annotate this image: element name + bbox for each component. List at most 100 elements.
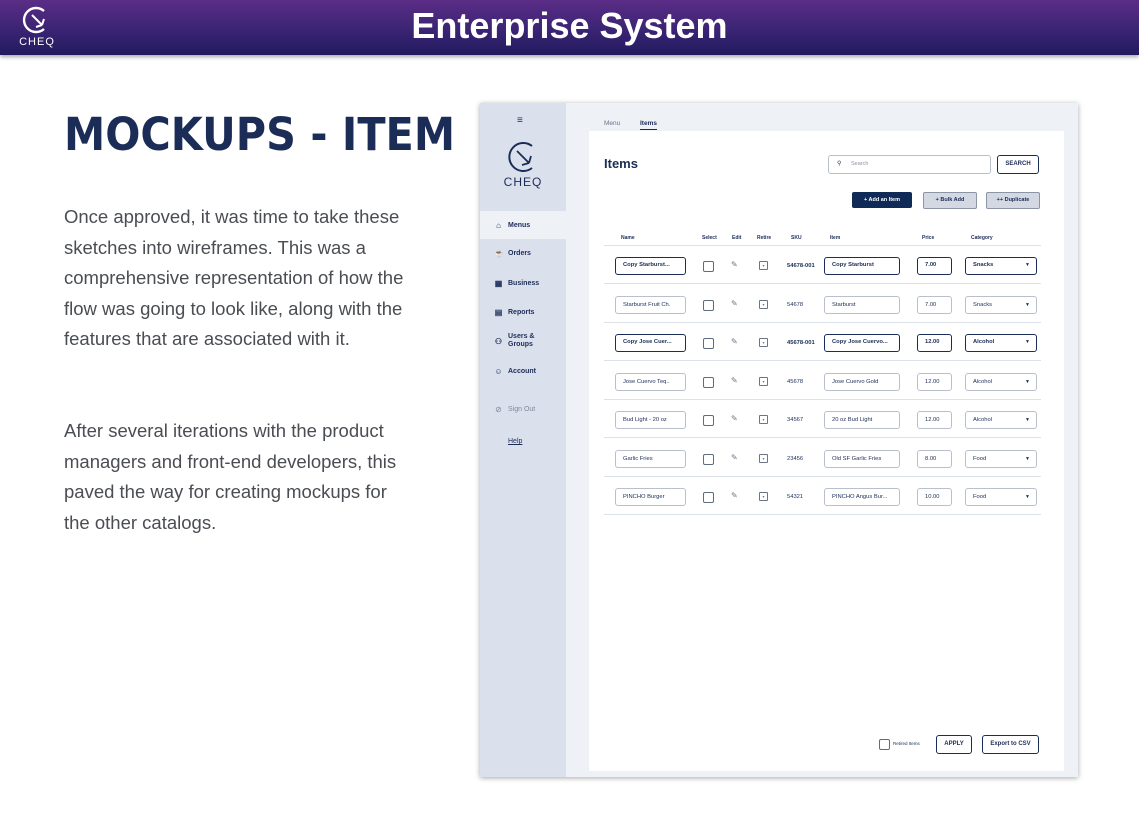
table-row: Jose Cuervo Teq.. ✎ ▾ 45678 Jose Cuervo Gold…	[480, 362, 1078, 400]
sidebar-logo-text: CHEQ	[503, 175, 543, 189]
item-field[interactable]: PINCHO Angus Bur...	[824, 488, 900, 506]
price-field[interactable]: 12.00	[917, 411, 952, 429]
item-field[interactable]: Old SF Garlic Fries	[824, 449, 900, 468]
sidebar-item-label: Menus	[508, 221, 531, 229]
intro-paragraph: Once approved, it was time to take these…	[64, 206, 404, 350]
item-field[interactable]: Starburst	[824, 295, 900, 314]
item-field[interactable]: Jose Cuervo Gold	[824, 372, 900, 391]
select-checkbox[interactable]	[703, 492, 714, 503]
item-name-field[interactable]: Copy Jose Cuer...	[615, 334, 686, 352]
edit-pencil-icon[interactable]: ✎	[731, 491, 738, 500]
chevron-down-icon: ▼	[1025, 455, 1030, 462]
category-select[interactable]: Alcohol ▼	[965, 334, 1037, 352]
item-field[interactable]: Copy Starburst	[824, 257, 900, 275]
search-button[interactable]: SEARCH	[997, 155, 1039, 174]
category-select[interactable]: Snacks ▼	[965, 295, 1037, 314]
category-value: Snacks	[973, 301, 993, 308]
edit-pencil-icon[interactable]: ✎	[731, 376, 738, 385]
menu-toggle-icon[interactable]: ≡	[517, 115, 523, 126]
select-checkbox[interactable]	[703, 415, 714, 426]
column-header-retire: Retire	[757, 235, 772, 241]
sidebar-logo: CHEQ	[500, 139, 546, 189]
add-item-button[interactable]: + Add an Item	[852, 192, 912, 208]
duplicate-button[interactable]: ++ Duplicate	[986, 192, 1040, 209]
page-heading: MOCKUPS - ITEM	[64, 108, 456, 161]
sku-value: 45678	[787, 378, 804, 385]
item-name-field[interactable]: Jose Cuervo Teq..	[615, 372, 686, 391]
iteration-paragraph: After several iterations with the produc…	[64, 420, 397, 533]
item-name-field[interactable]: Copy Starburst...	[615, 257, 686, 275]
column-header-sku: SKU	[791, 235, 802, 241]
item-name-field[interactable]: Bud Light - 20 oz	[615, 411, 686, 429]
retire-box-icon[interactable]: ▾	[759, 492, 768, 501]
chevron-down-icon: ▼	[1025, 378, 1030, 385]
edit-pencil-icon[interactable]: ✎	[731, 260, 738, 269]
category-value: Alcohol	[973, 339, 995, 345]
retire-box-icon[interactable]: ▾	[759, 338, 768, 347]
category-select[interactable]: Snacks ▼	[965, 257, 1037, 275]
export-csv-button[interactable]: Export to CSV	[982, 735, 1039, 754]
price-field[interactable]: 12.00	[917, 334, 952, 352]
search-input[interactable]: ⚲ Search	[828, 155, 991, 174]
retire-box-icon[interactable]: ▾	[759, 453, 768, 463]
retire-box-icon[interactable]: ▾	[759, 415, 768, 424]
price-field[interactable]: 7.00	[917, 295, 952, 314]
retired-items-label: Retired Items	[893, 741, 920, 746]
sku-value: 54678-001	[787, 263, 815, 269]
category-select[interactable]: Food ▼	[965, 488, 1037, 506]
category-value: Alcohol	[973, 417, 993, 423]
row-divider	[604, 514, 1041, 515]
retired-items-checkbox[interactable]	[879, 739, 890, 750]
column-header-select: Select	[702, 235, 717, 241]
table-row: Copy Starburst... ✎ ▾ 54678-001 Copy Starbur…	[480, 246, 1078, 284]
cheq-logo-icon	[508, 142, 533, 172]
select-checkbox[interactable]	[703, 453, 714, 465]
select-checkbox[interactable]	[703, 261, 714, 272]
banner-title: Enterprise System	[411, 5, 728, 46]
sku-value: 34567	[787, 417, 804, 423]
select-checkbox[interactable]	[703, 376, 714, 388]
chevron-down-icon: ▼	[1025, 262, 1030, 268]
tab-items[interactable]: Items	[640, 120, 657, 130]
category-value: Alcohol	[973, 378, 993, 385]
item-name-field[interactable]: PINCHO Burger	[615, 488, 686, 506]
top-banner: CHEQ Enterprise System	[0, 0, 1139, 55]
chevron-down-icon: ▼	[1025, 494, 1030, 500]
edit-pencil-icon[interactable]: ✎	[731, 337, 738, 346]
app-mockup: ≡ CHEQ ⌂ Menus ☕ Orders ▦ Business ▤ Rep…	[480, 103, 1078, 777]
price-field[interactable]: 10.00	[917, 488, 952, 506]
item-name-field[interactable]: Garlic Fries	[615, 449, 686, 468]
sku-value: 23456	[787, 455, 804, 462]
item-field[interactable]: Copy Jose Cuervo...	[824, 334, 900, 352]
sku-value: 45678-001	[787, 340, 815, 346]
sidebar-item-menus[interactable]: ⌂ Menus	[480, 211, 566, 239]
retire-box-icon[interactable]: ▾	[759, 376, 768, 386]
retire-box-icon[interactable]: ▾	[759, 261, 768, 270]
column-header-edit: Edit	[732, 235, 742, 241]
category-value: Food	[973, 494, 987, 500]
price-field[interactable]: 12.00	[917, 372, 952, 391]
price-field[interactable]: 8.00	[917, 449, 952, 468]
select-checkbox[interactable]	[703, 338, 714, 349]
chevron-down-icon: ▼	[1025, 301, 1030, 308]
price-field[interactable]: 7.00	[917, 257, 952, 275]
edit-pencil-icon[interactable]: ✎	[731, 453, 738, 462]
item-name-field[interactable]: Starburst Fruit Ch.	[615, 295, 686, 314]
table-row: Copy Jose Cuer... ✎ ▾ 45678-001 Copy Jose Cu…	[480, 323, 1078, 361]
table-row: Bud Light - 20 oz ✎ ▾ 34567 20 oz Bud Light 1…	[480, 400, 1078, 438]
edit-pencil-icon[interactable]: ✎	[731, 414, 738, 423]
category-select[interactable]: Alcohol ▼	[965, 411, 1037, 429]
category-select[interactable]: Alcohol ▼	[965, 372, 1037, 391]
apply-button[interactable]: APPLY	[936, 735, 972, 754]
item-field[interactable]: 20 oz Bud Light	[824, 411, 900, 429]
select-checkbox[interactable]	[703, 299, 714, 311]
bulk-add-button[interactable]: + Bulk Add	[923, 192, 977, 209]
column-header-category: Category	[971, 235, 993, 241]
table-row: PINCHO Burger ✎ ▾ 54321 PINCHO Angus Bur... 1…	[480, 477, 1078, 515]
sku-value: 54678	[787, 301, 804, 308]
tab-menu[interactable]: Menu	[604, 120, 620, 127]
edit-pencil-icon[interactable]: ✎	[731, 299, 738, 308]
category-select[interactable]: Food ▼	[965, 449, 1037, 468]
category-value: Food	[973, 455, 987, 462]
retire-box-icon[interactable]: ▾	[759, 299, 768, 309]
